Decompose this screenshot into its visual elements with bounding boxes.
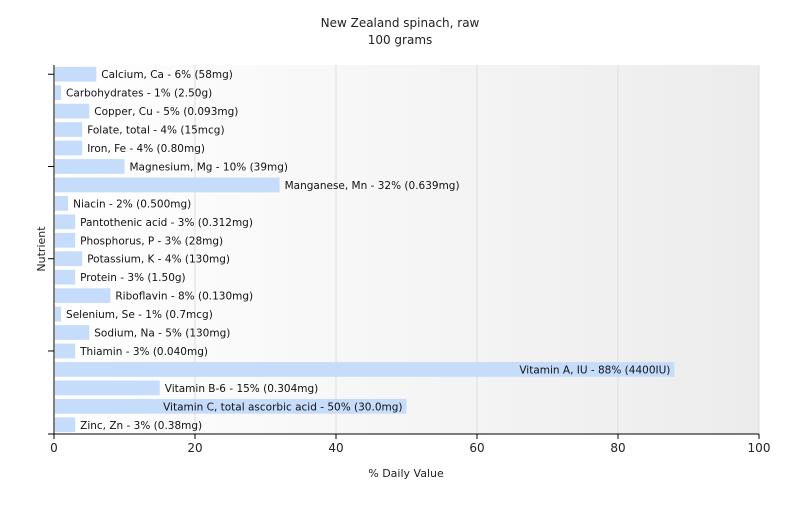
bar bbox=[55, 85, 62, 101]
bar bbox=[55, 251, 83, 267]
bar bbox=[55, 325, 90, 340]
bar bbox=[55, 140, 83, 156]
bar bbox=[55, 195, 69, 211]
bar bbox=[55, 159, 125, 174]
bar-label: Iron, Fe - 4% (0.80mg) bbox=[87, 143, 205, 155]
bar-label: Vitamin B-6 - 15% (0.304mg) bbox=[165, 383, 319, 395]
bar-label: Vitamin A, IU - 88% (4400IU) bbox=[519, 364, 670, 376]
x-tick-label: 40 bbox=[328, 441, 343, 455]
bar-label: Copper, Cu - 5% (0.093mg) bbox=[94, 106, 238, 118]
bar bbox=[55, 177, 280, 193]
bar-label: Riboflavin - 8% (0.130mg) bbox=[115, 291, 253, 303]
bar-label: Thiamin - 3% (0.040mg) bbox=[79, 346, 208, 358]
bar-label: Niacin - 2% (0.500mg) bbox=[73, 198, 191, 210]
bar bbox=[55, 214, 76, 230]
bar-label: Folate, total - 4% (15mcg) bbox=[87, 125, 224, 137]
bar-label: Potassium, K - 4% (130mg) bbox=[87, 254, 230, 266]
bar-label: Vitamin C, total ascorbic acid - 50% (30… bbox=[163, 401, 402, 413]
bar bbox=[55, 417, 76, 433]
x-tick-label: 20 bbox=[187, 441, 202, 455]
bar-label: Sodium, Na - 5% (130mg) bbox=[94, 328, 230, 340]
bar bbox=[55, 343, 76, 359]
bar bbox=[55, 66, 97, 82]
bar-label: Magnesium, Mg - 10% (39mg) bbox=[130, 161, 289, 173]
bar-label: Zinc, Zn - 3% (0.38mg) bbox=[80, 420, 202, 432]
y-axis-label: Nutrient bbox=[35, 226, 48, 272]
x-tick-label: 80 bbox=[610, 441, 625, 455]
bar bbox=[55, 269, 76, 285]
bar-label: Manganese, Mn - 32% (0.639mg) bbox=[285, 180, 460, 192]
bar bbox=[55, 103, 90, 119]
plot-background bbox=[54, 65, 759, 434]
chart-subtitle: 100 grams bbox=[368, 33, 433, 47]
bar-label: Carbohydrates - 1% (2.50g) bbox=[66, 88, 212, 100]
bar bbox=[55, 122, 83, 137]
bar-label: Calcium, Ca - 6% (58mg) bbox=[101, 69, 233, 81]
x-tick-label: 100 bbox=[748, 441, 771, 455]
x-tick-label: 0 bbox=[50, 441, 58, 455]
chart-title: New Zealand spinach, raw bbox=[321, 16, 480, 30]
bar bbox=[55, 288, 111, 304]
bar bbox=[55, 232, 76, 248]
x-tick-label: 60 bbox=[469, 441, 484, 455]
bar bbox=[55, 306, 62, 322]
x-axis-label: % Daily Value bbox=[368, 467, 444, 480]
bar bbox=[55, 380, 160, 396]
chart-root: Calcium, Ca - 6% (58mg) Carbohydrates - 1… bbox=[0, 0, 800, 500]
bar-chart: Calcium, Ca - 6% (58mg) Carbohydrates - 1… bbox=[35, 16, 771, 480]
bar-label: Protein - 3% (1.50g) bbox=[80, 272, 186, 284]
bar-label: Selenium, Se - 1% (0.7mcg) bbox=[66, 309, 213, 321]
bar-label: Pantothenic acid - 3% (0.312mg) bbox=[80, 217, 253, 229]
bar-label: Phosphorus, P - 3% (28mg) bbox=[80, 235, 223, 247]
